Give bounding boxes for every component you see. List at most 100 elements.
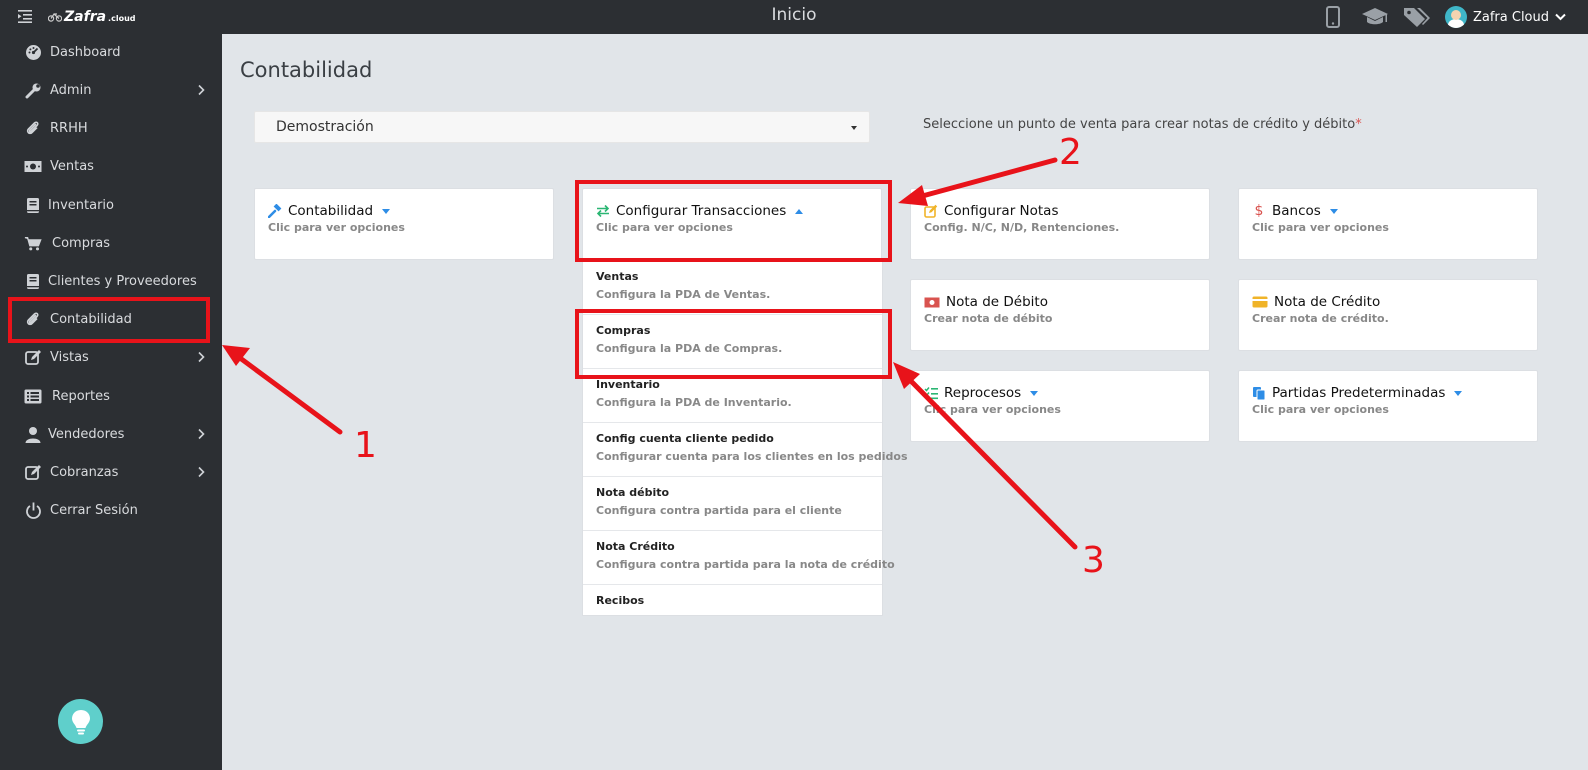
bicycle-logo-icon bbox=[48, 13, 62, 22]
card-title: Configurar Transacciones bbox=[616, 203, 787, 219]
dropdown-item-title: Inventario bbox=[596, 378, 660, 391]
chevron-right-icon bbox=[198, 84, 205, 96]
sidebar-item-clientes-proveedores[interactable]: Clientes y Proveedores bbox=[0, 263, 222, 299]
card-subtitle: Clic para ver opciones bbox=[596, 221, 733, 234]
dropdown-item-title: Nota Crédito bbox=[596, 540, 675, 553]
caret-up-icon bbox=[795, 208, 804, 214]
mobile-icon[interactable] bbox=[1319, 4, 1347, 30]
paperclip-icon bbox=[24, 119, 42, 137]
card-partidas-predeterminadas[interactable]: Partidas Predeterminadas Clic para ver o… bbox=[1238, 370, 1538, 442]
card-title: Configurar Notas bbox=[944, 203, 1059, 219]
dropdown-item-title: Compras bbox=[596, 324, 651, 337]
card-title: Nota de Crédito bbox=[1274, 294, 1381, 310]
dropdown-item-desc: Configurar cuenta para los clientes en l… bbox=[596, 450, 908, 463]
edit-icon bbox=[24, 348, 42, 366]
page-title: Contabilidad bbox=[240, 58, 373, 82]
card-subtitle: Clic para ver opciones bbox=[924, 403, 1061, 416]
sidebar-item-cobranzas[interactable]: Cobranzas bbox=[0, 454, 222, 490]
sidebar-item-vistas[interactable]: Vistas bbox=[0, 339, 222, 375]
sidebar: Dashboard Admin RRHH Ventas Inventario C… bbox=[0, 34, 222, 770]
sidebar-item-reportes[interactable]: Reportes bbox=[0, 378, 222, 414]
sidebar-item-compras[interactable]: Compras bbox=[0, 225, 222, 261]
annotation-label-2: 2 bbox=[1059, 132, 1082, 173]
dropdown-item-config-cuenta-cliente[interactable]: Config cuenta cliente pedido Configurar … bbox=[583, 423, 908, 477]
pos-hint: Seleccione un punto de venta para crear … bbox=[923, 117, 1362, 132]
card-subtitle: Clic para ver opciones bbox=[1252, 403, 1389, 416]
help-bulb-button[interactable] bbox=[58, 699, 103, 744]
top-icons: Zafra Cloud bbox=[1319, 4, 1566, 30]
chevron-right-icon bbox=[198, 428, 205, 440]
sidebar-item-label: Inventario bbox=[48, 197, 114, 213]
dropdown-item-nota-debito[interactable]: Nota débito Configura contra partida par… bbox=[583, 477, 882, 531]
sidebar-item-dashboard[interactable]: Dashboard bbox=[0, 34, 222, 70]
card-nota-credito[interactable]: Nota de Crédito Crear nota de crédito. bbox=[1238, 279, 1538, 351]
dropdown-item-nota-credito[interactable]: Nota Crédito Configura contra partida pa… bbox=[583, 531, 895, 585]
sidebar-item-inventario[interactable]: Inventario bbox=[0, 187, 222, 223]
card-subtitle: Clic para ver opciones bbox=[268, 221, 405, 234]
card-subtitle: Crear nota de crédito. bbox=[1252, 312, 1389, 325]
card-title: Contabilidad bbox=[288, 203, 374, 219]
gavel-icon bbox=[268, 204, 282, 218]
sidebar-item-admin[interactable]: Admin bbox=[0, 72, 222, 108]
card-contabilidad[interactable]: Contabilidad Clic para ver opciones bbox=[254, 188, 554, 260]
tags-icon[interactable] bbox=[1403, 4, 1431, 30]
chevron-down-icon bbox=[1555, 13, 1566, 21]
sidebar-item-ventas[interactable]: Ventas bbox=[0, 148, 222, 184]
card-title: Bancos bbox=[1272, 203, 1321, 219]
dropdown-item-title: Config cuenta cliente pedido bbox=[596, 432, 774, 445]
dropdown-item-desc: Configura la PDA de Compras. bbox=[596, 342, 783, 355]
pos-select[interactable]: Demostración bbox=[254, 111, 870, 143]
paperclip-icon bbox=[24, 310, 42, 328]
sidebar-item-contabilidad[interactable]: Contabilidad bbox=[0, 301, 222, 337]
wrench-icon bbox=[24, 81, 42, 99]
card-subtitle: Clic para ver opciones bbox=[1252, 221, 1389, 234]
caret-down-icon bbox=[851, 126, 857, 130]
dropdown-item-ventas[interactable]: Ventas Configura la PDA de Ventas. bbox=[583, 261, 882, 315]
sidebar-item-label: Contabilidad bbox=[50, 311, 132, 327]
caret-down-icon bbox=[1329, 208, 1338, 214]
checklist-icon bbox=[924, 386, 938, 400]
sidebar-item-rrhh[interactable]: RRHH bbox=[0, 110, 222, 146]
avatar bbox=[1444, 6, 1467, 28]
credit-card-icon bbox=[1252, 295, 1268, 309]
card-bancos[interactable]: $ Bancos Clic para ver opciones bbox=[1238, 188, 1538, 260]
card-subtitle: Crear nota de débito bbox=[924, 312, 1053, 325]
menu-toggle-icon[interactable] bbox=[18, 9, 32, 23]
dropdown-item-compras[interactable]: Compras Configura la PDA de Compras. bbox=[583, 315, 882, 369]
sidebar-item-label: Dashboard bbox=[50, 44, 121, 60]
sidebar-item-cerrar-sesion[interactable]: Cerrar Sesión bbox=[0, 492, 222, 528]
sidebar-item-label: RRHH bbox=[50, 120, 88, 136]
brand-logo[interactable]: Zafra .cloud bbox=[48, 9, 136, 25]
user-name: Zafra Cloud bbox=[1472, 9, 1549, 25]
exchange-icon bbox=[596, 204, 610, 218]
required-asterisk: * bbox=[1355, 117, 1362, 132]
dropdown-item-desc: Configura la PDA de Ventas. bbox=[596, 288, 771, 301]
chevron-right-icon bbox=[198, 351, 205, 363]
card-subtitle: Config. N/C, N/D, Rentenciones. bbox=[924, 221, 1120, 234]
card-configurar-transacciones[interactable]: Configurar Transacciones Clic para ver o… bbox=[582, 188, 882, 260]
card-configurar-notas[interactable]: Configurar Notas Config. N/C, N/D, Rente… bbox=[910, 188, 1210, 260]
caret-down-icon bbox=[382, 208, 391, 214]
caret-down-icon bbox=[1030, 390, 1039, 396]
sidebar-item-label: Admin bbox=[50, 82, 92, 98]
card-reprocesos[interactable]: Reprocesos Clic para ver opciones bbox=[910, 370, 1210, 442]
dropdown-item-desc: Configura contra partida para el cliente bbox=[596, 504, 842, 517]
card-nota-debito[interactable]: Nota de Débito Crear nota de débito bbox=[910, 279, 1210, 351]
sidebar-item-label: Cerrar Sesión bbox=[50, 502, 138, 518]
dropdown-item-recibos[interactable]: Recibos bbox=[583, 585, 882, 616]
dropdown-item-inventario[interactable]: Inventario Configura la PDA de Inventari… bbox=[583, 369, 882, 423]
book-icon bbox=[24, 272, 42, 290]
lightbulb-icon bbox=[71, 709, 90, 734]
edit-note-icon bbox=[924, 204, 938, 218]
card-title: Reprocesos bbox=[944, 385, 1022, 401]
dashboard-icon bbox=[24, 43, 42, 61]
dropdown-item-desc: Configura contra partida para la nota de… bbox=[596, 558, 895, 571]
money-bill-icon bbox=[924, 295, 940, 309]
dropdown-item-title: Ventas bbox=[596, 270, 639, 283]
user-menu[interactable]: Zafra Cloud bbox=[1444, 6, 1566, 28]
user-icon bbox=[24, 425, 42, 443]
graduation-cap-icon[interactable] bbox=[1361, 4, 1389, 30]
top-bar: Zafra .cloud Inicio Zafra Cloud bbox=[0, 0, 1588, 34]
annotation-label-1: 1 bbox=[354, 425, 377, 466]
sidebar-item-vendedores[interactable]: Vendedores bbox=[0, 416, 222, 452]
